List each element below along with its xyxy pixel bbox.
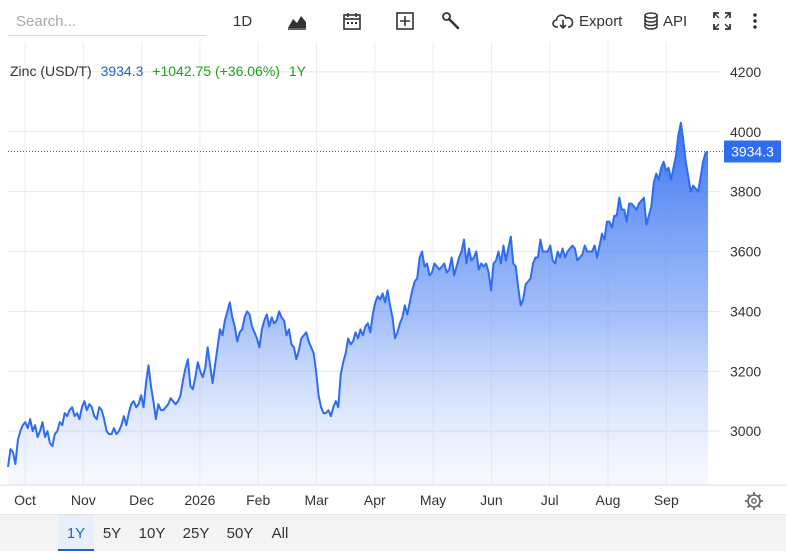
x-tick-label: May (420, 492, 446, 508)
x-tick-label: Jul (541, 492, 559, 508)
svg-text:Zinc (USD/T) 3934.3: Zinc (USD/T) 3934.3 +1042.75 (+36.06%) 1… (10, 63, 307, 79)
chart-type-button[interactable] (287, 10, 307, 32)
interval-button[interactable]: 1D (233, 10, 252, 32)
x-tick-label: Sep (654, 492, 679, 508)
range-button-5y[interactable]: 5Y (94, 515, 130, 549)
price-tag-label: 3934.3 (731, 143, 774, 159)
range-button-1y[interactable]: 1Y (58, 515, 94, 551)
range-button-all[interactable]: All (262, 515, 298, 549)
range-button-10y[interactable]: 10Y (130, 515, 174, 549)
x-tick-label: Dec (129, 492, 154, 508)
wrench-icon (441, 11, 461, 31)
y-tick-label: 3000 (730, 423, 761, 439)
x-axis: Oct Nov Dec 2026 Feb Mar Apr May Jun Jul Aug Sep (14, 492, 679, 508)
export-label: Export (579, 12, 623, 30)
area-chart-icon (287, 12, 307, 30)
x-tick-label: Nov (71, 492, 96, 508)
x-tick-label: Feb (246, 492, 270, 508)
chart-area[interactable]: 3000 3200 3400 3600 3800 4000 4200 Oct Nov Dec 20… (0, 42, 786, 514)
toolbar: 1D Export API (0, 0, 786, 42)
chart-legend: Zinc (USD/T) 3934.3 +1042.75 (+36.06%) 1… (10, 63, 307, 79)
legend-change: +1042.75 (+36.06%) (152, 63, 280, 79)
api-label: API (663, 12, 688, 30)
cloud-download-icon (552, 12, 574, 30)
range-selector: 1Y 5Y 10Y 25Y 50Y All (0, 514, 786, 551)
date-range-button[interactable] (342, 10, 362, 32)
legend-period: 1Y (289, 63, 307, 79)
y-tick-label: 3800 (730, 184, 761, 200)
price-area (7, 121, 709, 485)
api-button[interactable]: API (643, 10, 687, 32)
x-tick-label: Apr (364, 492, 386, 508)
range-button-25y[interactable]: 25Y (174, 515, 218, 549)
y-tick-label: 3600 (730, 244, 761, 260)
range-button-50y[interactable]: 50Y (218, 515, 262, 549)
y-tick-label: 3200 (730, 363, 761, 379)
database-icon (643, 12, 659, 30)
y-axis: 3000 3200 3400 3600 3800 4000 4200 (730, 64, 761, 439)
settings-tool-button[interactable] (441, 10, 461, 32)
y-tick-label: 4200 (730, 64, 761, 80)
compare-button[interactable] (395, 10, 415, 32)
search-input[interactable] (8, 8, 206, 36)
y-tick-label: 4000 (730, 124, 761, 140)
fullscreen-button[interactable] (712, 10, 732, 32)
x-tick-label: Jun (480, 492, 503, 508)
gear-icon[interactable] (745, 492, 763, 510)
more-vertical-icon (750, 11, 760, 31)
y-tick-label: 3400 (730, 303, 761, 319)
calendar-icon (342, 11, 362, 31)
more-menu-button[interactable] (750, 10, 760, 32)
x-tick-label: Aug (596, 492, 621, 508)
x-tick-label: Oct (14, 492, 36, 508)
legend-last: 3934.3 (101, 63, 144, 79)
export-button[interactable]: Export (552, 10, 622, 32)
x-tick-label: 2026 (184, 492, 215, 508)
fullscreen-icon (712, 11, 732, 31)
interval-label: 1D (233, 12, 253, 30)
price-tag: 3934.3 (724, 140, 781, 163)
plus-square-icon (395, 11, 415, 31)
legend-symbol: Zinc (USD/T) (10, 63, 92, 79)
x-tick-label: Mar (304, 492, 328, 508)
price-chart[interactable]: 3000 3200 3400 3600 3800 4000 4200 Oct Nov Dec 20… (0, 42, 786, 514)
